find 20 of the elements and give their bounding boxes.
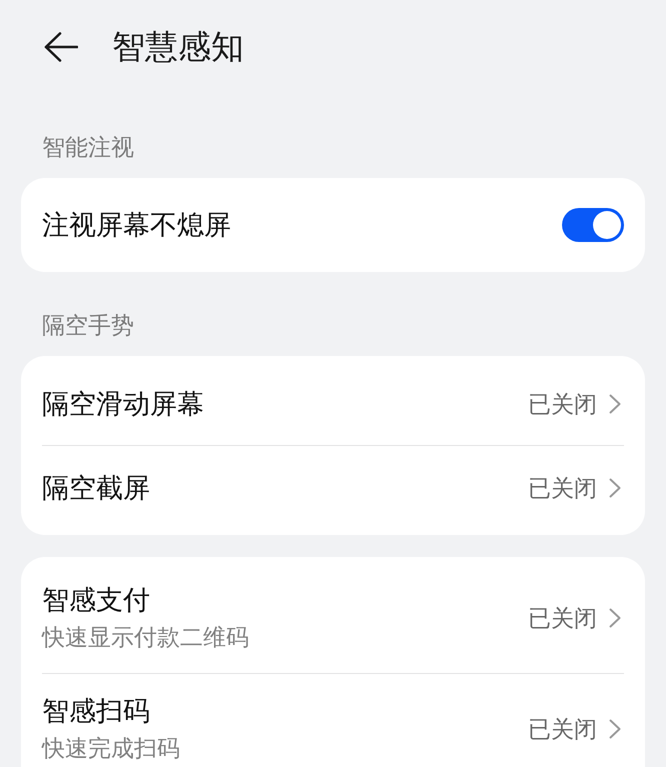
page-title: 智慧感知 — [112, 27, 244, 67]
status-text: 已关闭 — [528, 474, 597, 502]
setting-title: 智感支付 — [42, 584, 150, 617]
chevron-right-icon — [609, 478, 621, 498]
status-text: 已关闭 — [528, 604, 597, 633]
chevron-right-icon — [609, 608, 621, 628]
setting-title: 隔空截屏 — [42, 472, 150, 504]
setting-description: 快速完成扫码 — [42, 734, 180, 763]
setting-title: 注视屏幕不熄屏 — [42, 209, 231, 242]
toggle-switch[interactable] — [562, 208, 624, 242]
status-text: 已关闭 — [528, 390, 597, 418]
chevron-right-icon — [609, 719, 621, 739]
section-heading: 隔空手势 — [42, 311, 134, 340]
back-arrow-icon[interactable] — [44, 32, 78, 62]
section-heading: 智能注视 — [42, 133, 134, 162]
setting-description: 快速显示付款二维码 — [42, 623, 249, 652]
setting-title: 智感扫码 — [42, 695, 150, 728]
status-text: 已关闭 — [528, 715, 597, 744]
setting-title: 隔空滑动屏幕 — [42, 388, 204, 420]
chevron-right-icon — [609, 394, 621, 414]
